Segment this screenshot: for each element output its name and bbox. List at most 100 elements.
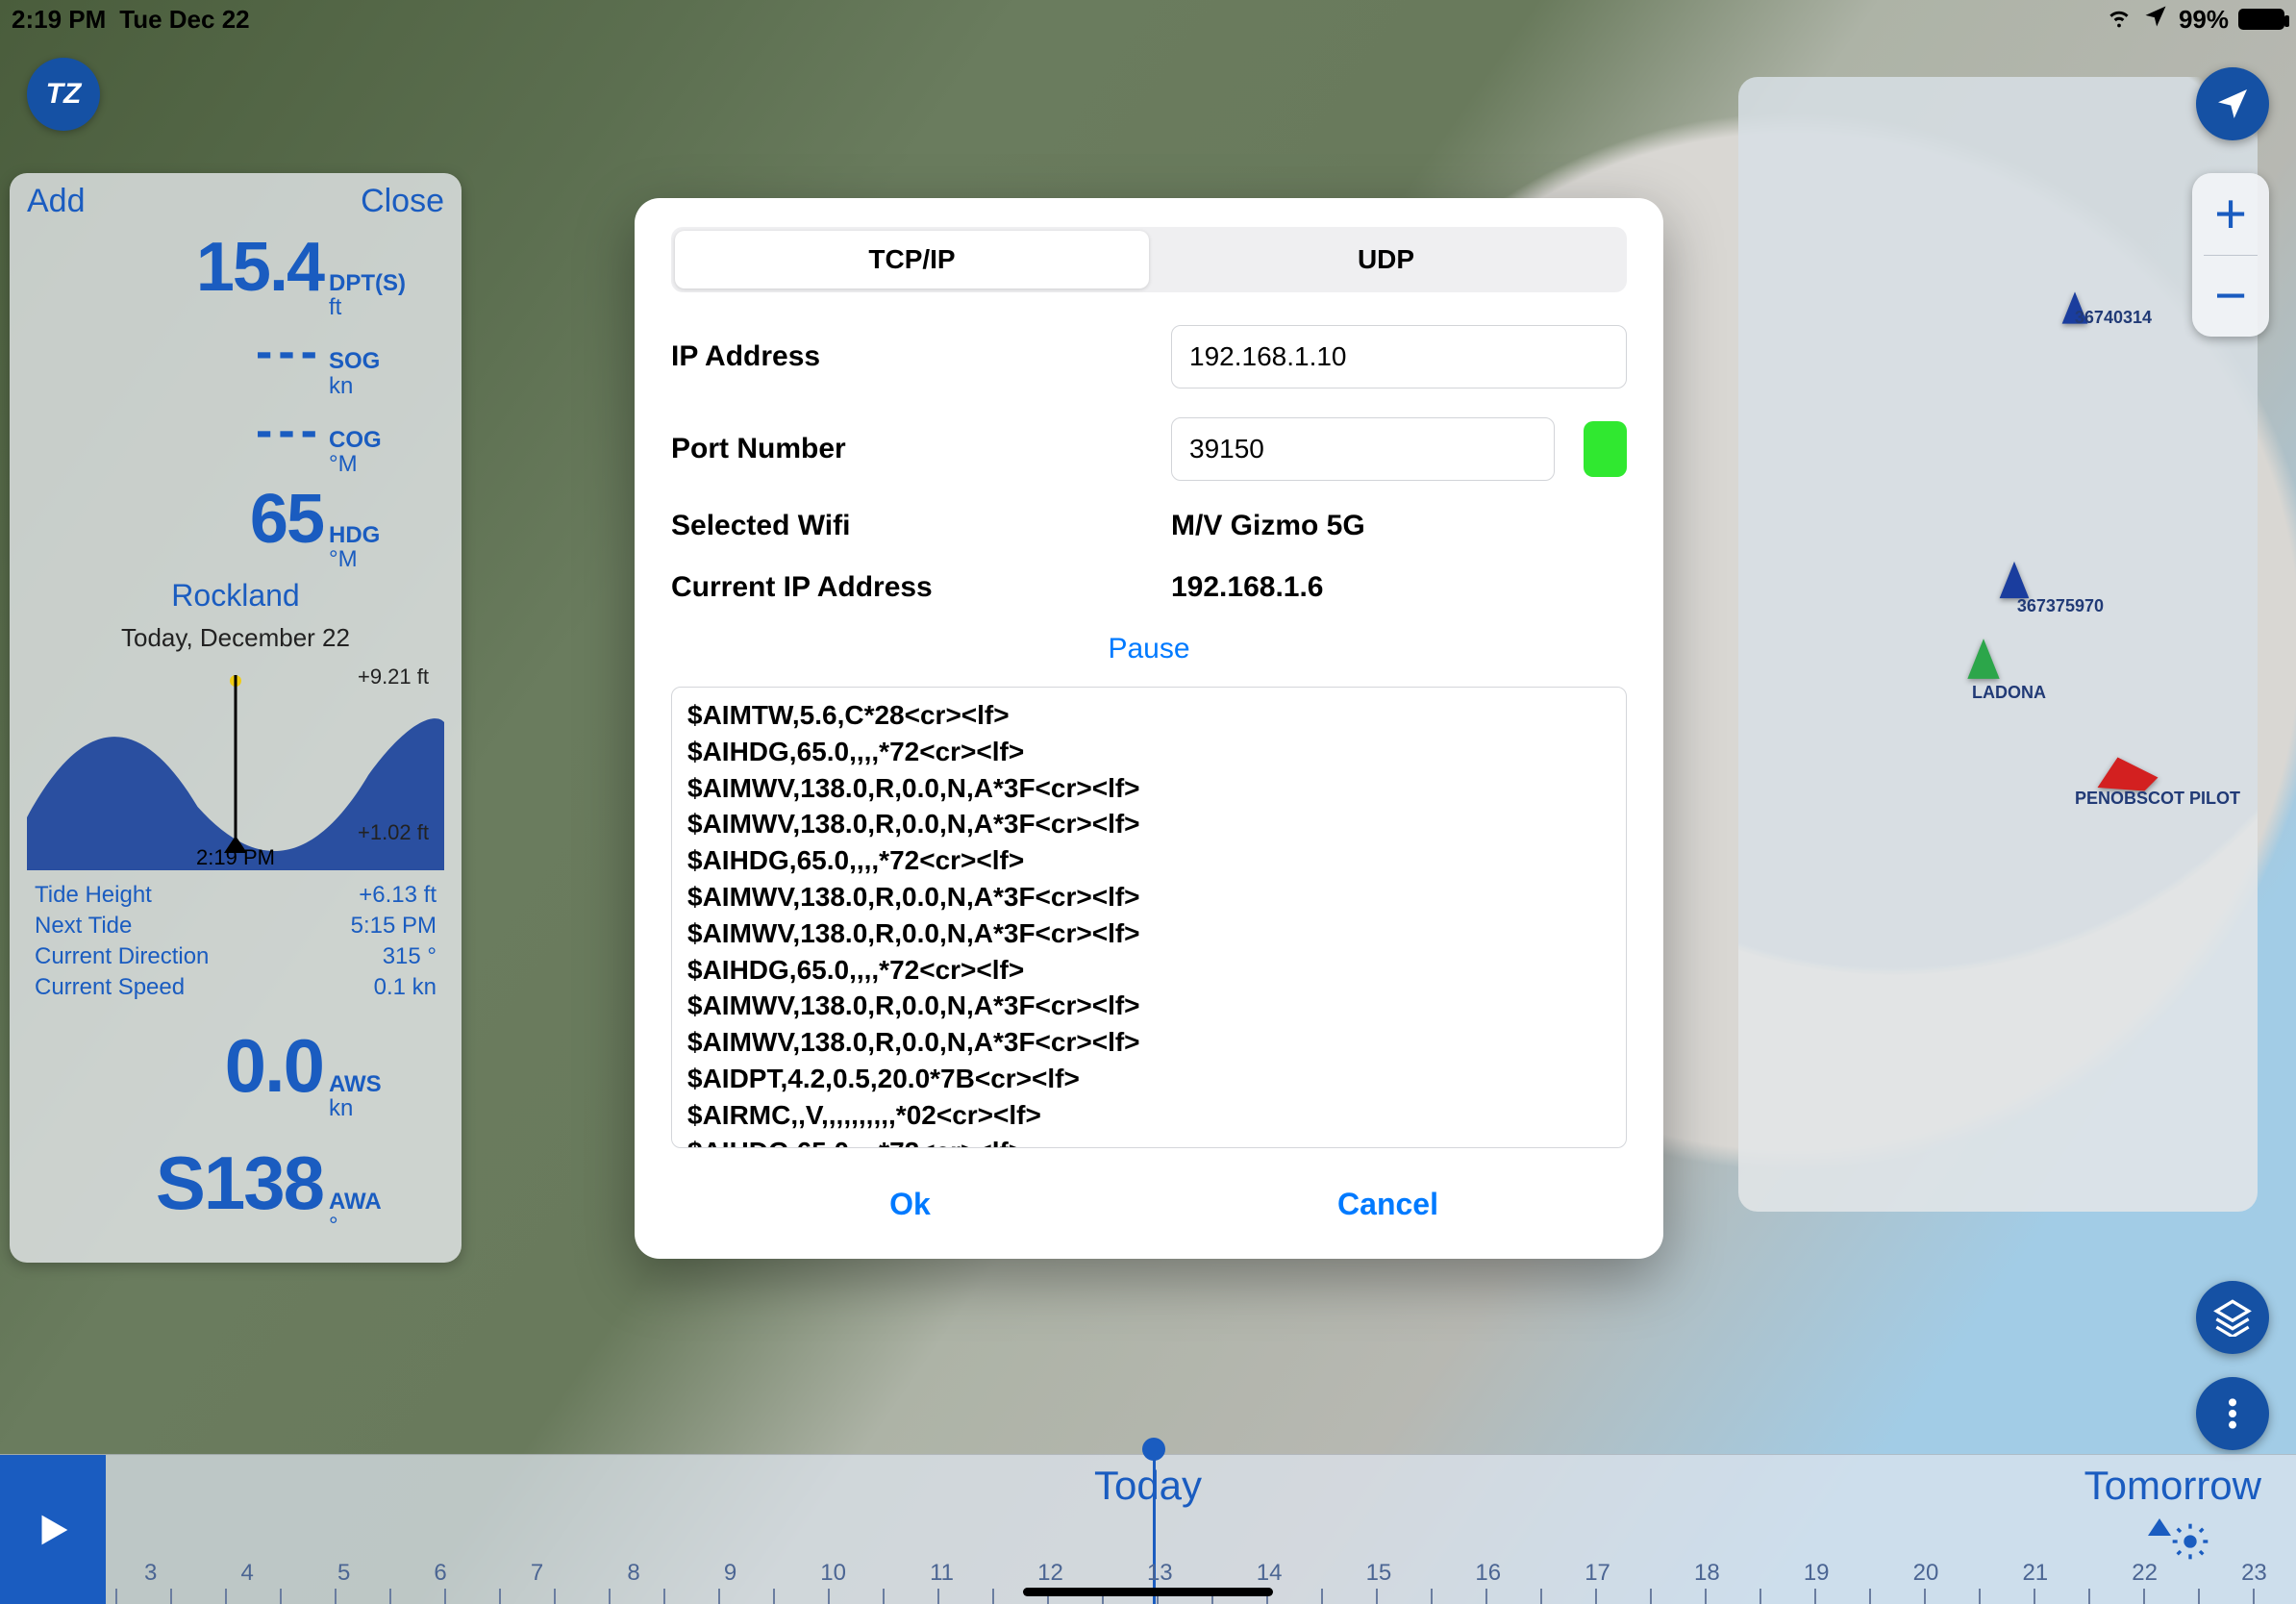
app-logo-text: TZ <box>46 78 82 111</box>
nmea-line: $AIHDG,65.0,,,,*72<cr><lf> <box>687 842 1610 879</box>
selected-wifi-label: Selected Wifi <box>671 510 1171 542</box>
protocol-segmented-control: TCP/IP UDP <box>671 227 1627 292</box>
app-logo-button[interactable]: TZ <box>27 58 100 131</box>
add-button[interactable]: Add <box>27 183 86 220</box>
wifi-icon <box>2106 3 2133 37</box>
center-on-boat-button[interactable] <box>2196 67 2269 140</box>
timeline-hour: 11 <box>930 1560 954 1587</box>
zoom-control: + − <box>2192 173 2269 337</box>
timeline-hour: 20 <box>1913 1560 1939 1587</box>
current-ip-value: 192.168.1.6 <box>1171 571 1323 604</box>
reading-value: --- <box>256 323 323 381</box>
timeline-hour: 17 <box>1585 1560 1610 1587</box>
timeline-hours: 34567891011121314151617181920212223 <box>115 1560 2296 1587</box>
zoom-out-button[interactable]: − <box>2192 256 2269 338</box>
ip-address-input[interactable] <box>1171 325 1627 388</box>
timeline-hour: 19 <box>1804 1560 1830 1587</box>
reading-hdg: 65 HDG°M <box>27 480 444 571</box>
ais-label: 36740314 <box>2075 308 2152 328</box>
timeline[interactable]: Today Tomorrow 3456789101112131415161718… <box>0 1454 2296 1604</box>
nmea-line: $AIHDG,65.0,,,,*72<cr><lf> <box>687 952 1610 989</box>
ip-address-label: IP Address <box>671 340 1171 373</box>
nmea-line: $AIMTW,5.6,C*28<cr><lf> <box>687 697 1610 734</box>
tab-udp[interactable]: UDP <box>1149 231 1623 288</box>
nmea-line: $AIMWV,138.0,R,0.0,N,A*3F<cr><lf> <box>687 915 1610 952</box>
connection-status-indicator <box>1584 421 1627 477</box>
tide-max: +9.21 ft <box>358 664 429 689</box>
reading-value: --- <box>256 402 323 460</box>
nmea-log[interactable]: $AIMTW,5.6,C*28<cr><lf>$AIHDG,65.0,,,,*7… <box>671 687 1627 1148</box>
timeline-tomorrow-label: Tomorrow <box>2084 1463 2261 1509</box>
timeline-hour: 4 <box>240 1560 253 1587</box>
timeline-hour: 22 <box>2132 1560 2158 1587</box>
nmea-line: $AIHDG,65.0,,,,*72<cr><lf> <box>687 734 1610 770</box>
timeline-hour: 6 <box>434 1560 446 1587</box>
info-next-tide: Next Tide5:15 PM <box>27 911 444 941</box>
location-icon <box>2142 3 2169 37</box>
port-number-label: Port Number <box>671 433 1171 465</box>
ais-label: LADONA <box>1972 683 2046 703</box>
cancel-button[interactable]: Cancel <box>1149 1173 1627 1236</box>
navdata-panel: Add Close 15.4 DPT(S)ft --- SOGkn --- CO… <box>10 173 462 1263</box>
pause-button[interactable]: Pause <box>671 633 1627 665</box>
ais-label: 367375970 <box>2017 596 2104 616</box>
nmea-line: $AIMWV,138.0,R,0.0,N,A*3F<cr><lf> <box>687 879 1610 915</box>
nmea-line: $AIHDG,65.0,,,,*72<cr><lf> <box>687 1134 1610 1148</box>
timeline-hour: 16 <box>1475 1560 1501 1587</box>
tide-date: Today, December 22 <box>27 623 444 653</box>
reading-aws: 0.0 AWSkn <box>27 1022 444 1120</box>
timeline-hour: 13 <box>1147 1560 1173 1587</box>
home-indicator[interactable] <box>1023 1588 1273 1596</box>
status-time: 2:19 PM <box>12 5 106 35</box>
location-name: Rockland <box>27 578 444 614</box>
timeline-hour: 18 <box>1694 1560 1720 1587</box>
connection-settings-modal: TCP/IP UDP IP Address Port Number Select… <box>635 198 1663 1259</box>
status-bar: 2:19 PM Tue Dec 22 99% <box>0 0 2296 38</box>
tab-tcp[interactable]: TCP/IP <box>675 231 1149 288</box>
timeline-hour: 21 <box>2022 1560 2048 1587</box>
timeline-up-icon <box>2148 1518 2171 1536</box>
nmea-line: $AIMWV,138.0,R,0.0,N,A*3F<cr><lf> <box>687 770 1610 807</box>
reading-sog: --- SOGkn <box>27 323 444 397</box>
reading-value: 65 <box>250 480 323 559</box>
more-button[interactable] <box>2196 1377 2269 1450</box>
zoom-in-button[interactable]: + <box>2192 173 2269 255</box>
port-number-input[interactable] <box>1171 417 1555 481</box>
ais-label: PENOBSCOT PILOT <box>2075 789 2240 809</box>
reading-awa: S138 AWA° <box>27 1140 444 1238</box>
nmea-line: $AIMWV,138.0,R,0.0,N,A*3F<cr><lf> <box>687 988 1610 1024</box>
nmea-line: $AIMWV,138.0,R,0.0,N,A*3F<cr><lf> <box>687 806 1610 842</box>
reading-dpt: 15.4 DPT(S)ft <box>27 228 444 319</box>
close-button[interactable]: Close <box>361 183 444 220</box>
battery-percent: 99% <box>2179 5 2229 35</box>
nmea-line: $AIMWV,138.0,R,0.0,N,A*3F<cr><lf> <box>687 1024 1610 1061</box>
info-tide-height: Tide Height+6.13 ft <box>27 880 444 911</box>
tide-min: +1.02 ft <box>358 820 429 845</box>
ok-button[interactable]: Ok <box>671 1173 1149 1236</box>
nmea-line: $AIDPT,4.2,0.5,20.0*7B<cr><lf> <box>687 1061 1610 1097</box>
layers-button[interactable] <box>2196 1281 2269 1354</box>
timeline-hour: 3 <box>144 1560 157 1587</box>
timeline-hour: 15 <box>1366 1560 1392 1587</box>
timeline-hour: 8 <box>627 1560 639 1587</box>
play-button[interactable] <box>0 1455 106 1604</box>
battery-icon <box>2238 9 2284 30</box>
timeline-hour: 5 <box>337 1560 350 1587</box>
current-ip-label: Current IP Address <box>671 571 1171 604</box>
tide-graph: +9.21 ft +1.02 ft 2:19 PM <box>27 659 444 870</box>
timeline-hour: 7 <box>531 1560 543 1587</box>
tide-now-line <box>235 675 237 840</box>
tide-now-time: 2:19 PM <box>196 845 275 870</box>
timeline-hour: 23 <box>2241 1560 2267 1587</box>
status-date: Tue Dec 22 <box>119 5 249 35</box>
timeline-hour: 10 <box>820 1560 846 1587</box>
timeline-hour: 14 <box>1257 1560 1283 1587</box>
selected-wifi-value: M/V Gizmo 5G <box>1171 510 1365 542</box>
info-current-speed: Current Speed0.1 kn <box>27 972 444 1003</box>
ais-target[interactable] <box>1959 635 2008 688</box>
reading-value: 15.4 <box>196 228 323 307</box>
timeline-hour: 12 <box>1037 1560 1063 1587</box>
nmea-line: $AIRMC,,V,,,,,,,,,,*02<cr><lf> <box>687 1097 1610 1134</box>
timeline-today-label: Today <box>1094 1463 1202 1509</box>
info-current-dir: Current Direction315 ° <box>27 941 444 972</box>
